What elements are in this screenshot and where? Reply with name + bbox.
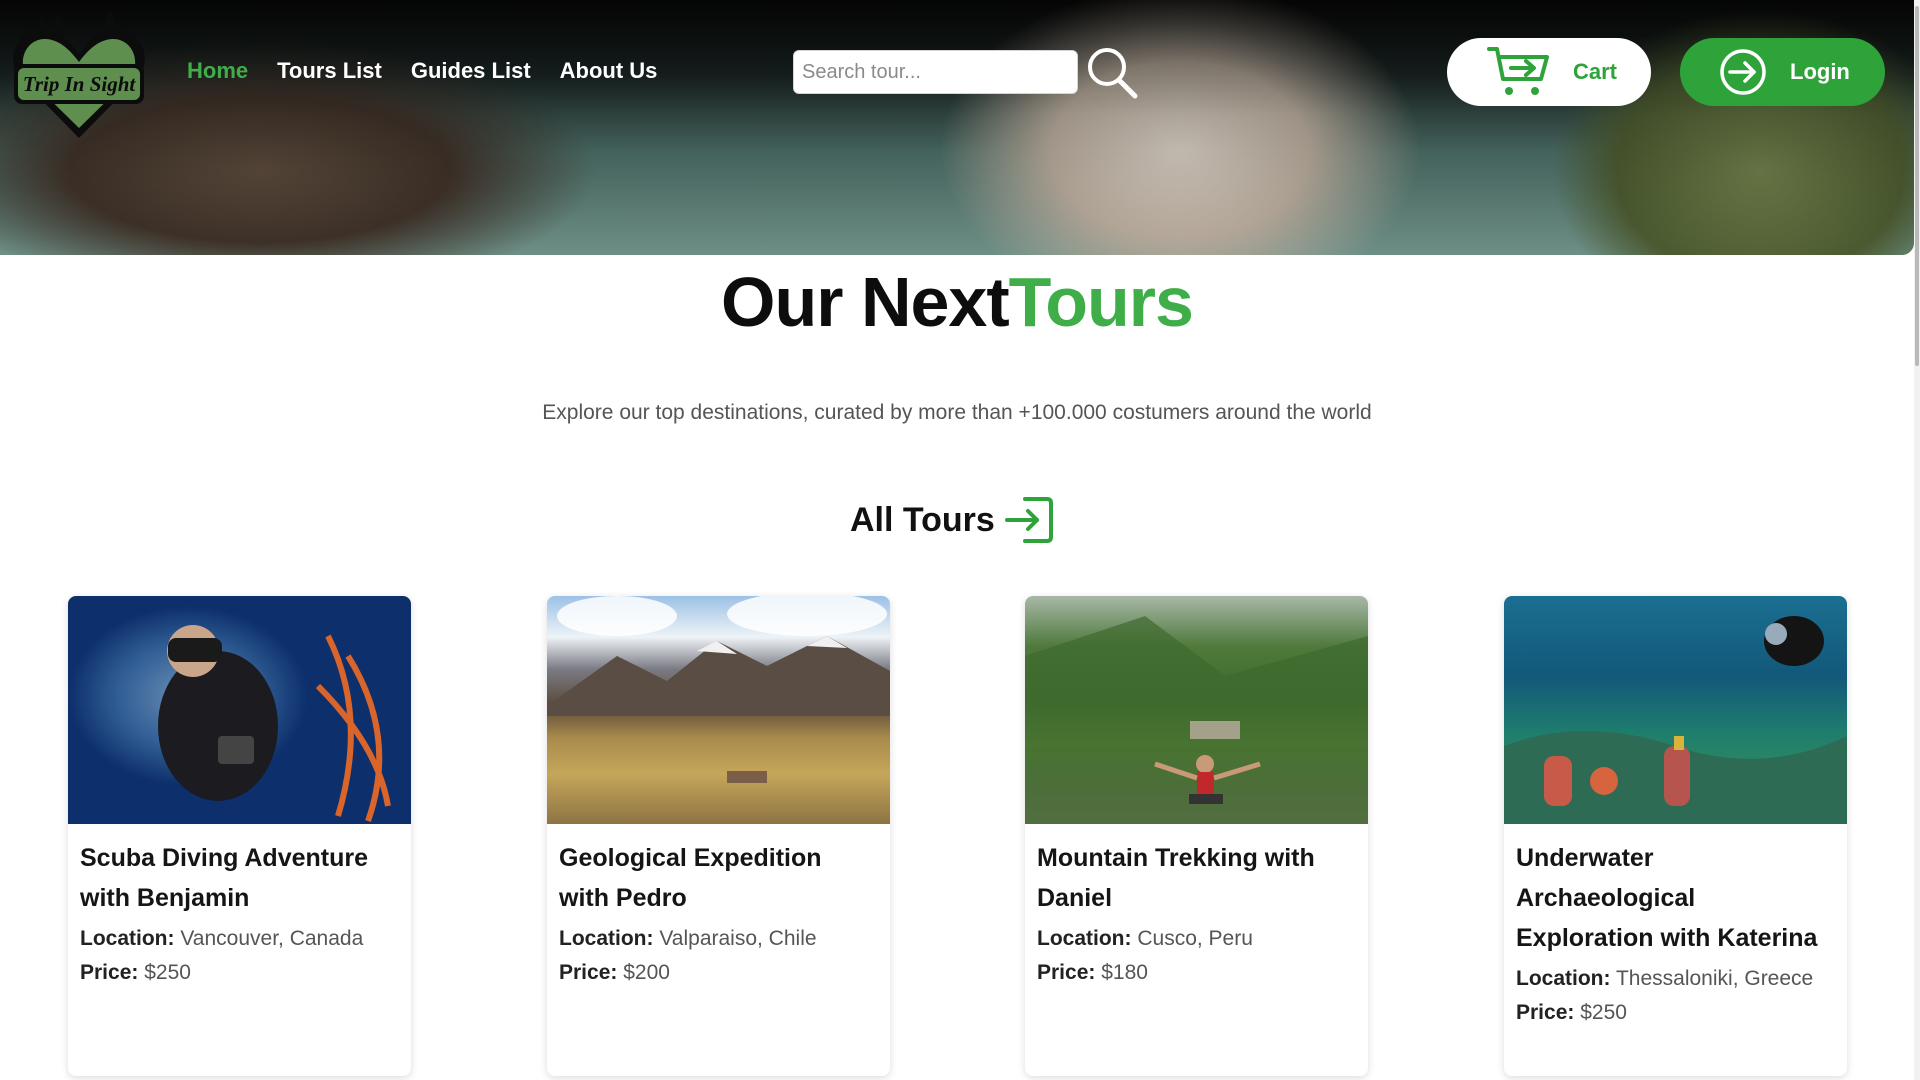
logo-text: Trip In Sight (23, 72, 137, 96)
nav-guides-list[interactable]: Guides List (411, 58, 531, 84)
tour-image (547, 596, 890, 824)
tour-image (1504, 596, 1847, 824)
main-nav: Home Tours List Guides List About Us (187, 58, 657, 84)
tour-price: Price: $250 (80, 961, 191, 984)
nav-about-us[interactable]: About Us (560, 58, 658, 84)
tour-card[interactable]: Scuba Diving Adventure with Benjamin Loc… (68, 596, 411, 1076)
tour-card[interactable]: Geological Expedition with Pedro Locatio… (547, 596, 890, 1076)
page-title: Our NextTours (0, 262, 1914, 342)
hero-banner (0, 0, 1914, 255)
scrollbar[interactable] (1914, 0, 1920, 1080)
tour-name: Scuba Diving Adventure with Benjamin (80, 844, 369, 912)
tour-image (68, 596, 411, 824)
scrollbar-thumb[interactable] (1915, 6, 1919, 366)
search-box (793, 50, 1078, 94)
title-part1: Our Next (721, 263, 1010, 341)
tour-location: Location: Vancouver, Canada (80, 927, 364, 950)
tour-card[interactable]: Underwater Archaeological Exploration wi… (1504, 596, 1847, 1076)
page-subtitle: Explore our top destinations, curated by… (542, 401, 1372, 424)
tour-name: Mountain Trekking with Daniel (1037, 844, 1315, 912)
logo-icon[interactable]: Trip In Sight (8, 8, 150, 140)
enter-arrow-icon (1004, 497, 1053, 543)
cart-button[interactable]: Cart (1447, 38, 1651, 106)
tour-location: Location: Thessaloniki, Greece (1516, 967, 1814, 990)
all-tours-label: All Tours (850, 500, 995, 539)
search-icon[interactable] (1085, 45, 1139, 99)
tour-location: Location: Valparaiso, Chile (559, 927, 817, 950)
login-label: Login (1790, 59, 1850, 84)
tour-card[interactable]: Mountain Trekking with Daniel Location: … (1025, 596, 1368, 1076)
cart-label: Cart (1573, 59, 1618, 84)
login-arrow-icon (1720, 49, 1766, 95)
tour-price: Price: $200 (559, 961, 670, 984)
tour-name: Underwater Archaeological Exploration wi… (1516, 844, 1818, 952)
search-input[interactable] (794, 51, 1077, 93)
nav-home[interactable]: Home (187, 58, 248, 84)
tour-price: Price: $250 (1516, 1001, 1627, 1024)
tour-image (1025, 596, 1368, 824)
tour-location: Location: Cusco, Peru (1037, 927, 1253, 950)
login-button[interactable]: Login (1680, 38, 1885, 106)
tour-name: Geological Expedition with Pedro (559, 844, 822, 912)
all-tours-link[interactable]: All Tours (850, 493, 1057, 547)
nav-tours-list[interactable]: Tours List (277, 58, 382, 84)
cart-icon (1487, 47, 1549, 95)
tour-price: Price: $180 (1037, 961, 1148, 984)
title-part2: Tours (1008, 263, 1194, 341)
